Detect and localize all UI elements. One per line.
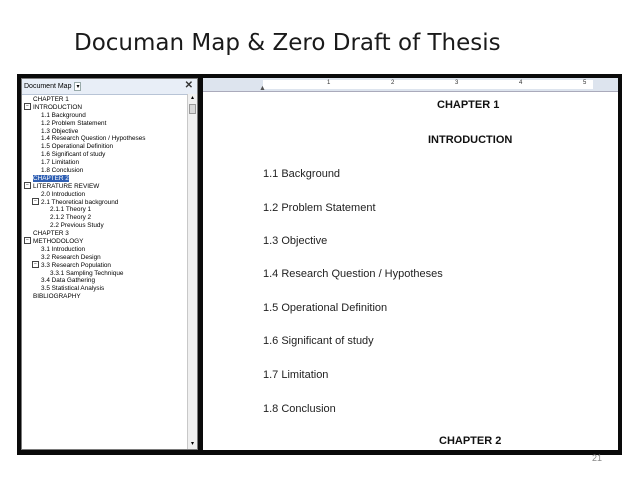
document-map-item-label: 1.7 Limitation — [41, 159, 80, 167]
document-map-tree: CHAPTER 1− INTRODUCTION 1.1 Background 1.2 … — [22, 96, 182, 301]
document-map-item-label: 1.4 Research Question / Hypotheses — [41, 135, 146, 143]
slide-page-number: 21 — [592, 453, 603, 463]
document-map-item-label: BIBLIOGRAPHY — [33, 293, 81, 301]
document-map-item[interactable]: 1.3 Objective — [22, 128, 182, 136]
chapter-1-heading: CHAPTER 1 — [437, 99, 500, 111]
ruler-label: 4 — [519, 80, 523, 86]
document-map-item-label: 3.3 Research Population — [41, 261, 111, 269]
document-map-title-button[interactable]: Document Map ▾ — [22, 82, 82, 91]
section-heading: 1.2 Problem Statement — [263, 202, 376, 214]
document-map-pane: Document Map ▾ ✕ CHAPTER 1− INTRODUCTION 1… — [21, 78, 198, 450]
section-heading: 1.3 Objective — [263, 235, 328, 247]
document-view: ▲ 1 2 3 4 5 CHAPTER 1 INTRODUCTION 1.1 B… — [203, 78, 618, 450]
document-map-item[interactable]: 3.4 Data Gathering — [22, 277, 182, 285]
document-map-title: Document Map — [24, 83, 72, 90]
document-map-item-label: 1.5 Operational Definition — [41, 143, 114, 151]
document-map-item[interactable]: 1.4 Research Question / Hypotheses — [22, 135, 182, 143]
document-map-item[interactable]: 1.7 Limitation — [22, 159, 182, 167]
section-heading: 1.6 Significant of study — [263, 335, 374, 347]
document-map-item-label: 3.2 Research Design — [41, 253, 101, 261]
scrollbar-thumb[interactable] — [189, 104, 196, 114]
section-heading: 1.1 Background — [263, 168, 341, 180]
horizontal-ruler[interactable]: ▲ 1 2 3 4 5 — [203, 78, 618, 92]
scroll-down-icon[interactable]: ▾ — [188, 440, 197, 449]
document-map-item-label: 2.0 Introduction — [41, 190, 86, 198]
ruler-label: 1 — [327, 80, 331, 86]
document-page[interactable]: CHAPTER 1 INTRODUCTION 1.1 Background 1.… — [203, 92, 618, 450]
document-map-item-label: CHAPTER 1 — [33, 96, 69, 103]
ruler-label: 3 — [455, 80, 459, 86]
document-map-item[interactable]: BIBLIOGRAPHY — [22, 293, 182, 301]
document-map-item[interactable]: − METHODOLOGY — [22, 237, 182, 246]
close-icon[interactable]: ✕ — [185, 80, 193, 91]
document-map-item-label: 1.3 Objective — [41, 127, 79, 135]
document-map-item-label: 2.1.1 Theory 1 — [50, 206, 92, 214]
ruler-text-area — [263, 80, 593, 89]
document-map-item[interactable]: − LITERATURE REVIEW — [22, 181, 182, 191]
document-map-item[interactable]: 3.3.1 Sampling Technique — [22, 270, 182, 278]
document-map-item-label: LITERATURE REVIEW — [33, 182, 100, 190]
document-map-item-label: 3.4 Data Gathering — [41, 277, 95, 285]
document-map-item-label: 2.2 Previous Study — [50, 222, 104, 230]
document-map-scrollbar[interactable]: ▴ ▾ — [187, 94, 197, 449]
document-map-item[interactable]: CHAPTER 2 — [22, 174, 182, 183]
document-map-item-label: 2.1.2 Theory 2 — [50, 214, 92, 222]
document-map-item[interactable]: 1.8 Conclusion — [22, 167, 182, 175]
document-map-item[interactable]: 1.6 Significant of study — [22, 151, 182, 159]
document-map-item[interactable]: 2.0 Introduction — [22, 191, 182, 199]
document-map-item[interactable]: 2.2 Previous Study — [22, 222, 182, 230]
document-map-item-label: 3.1 Introduction — [41, 245, 86, 253]
document-map-item-label: 1.1 Background — [41, 111, 86, 119]
ruler-label: 5 — [583, 80, 587, 86]
document-map-item-label: CHAPTER 3 — [33, 230, 69, 238]
document-map-item-label: 1.2 Problem Statement — [41, 119, 107, 127]
document-map-item[interactable]: 3.2 Research Design — [22, 254, 182, 262]
document-map-item-label: METHODOLOGY — [33, 238, 84, 246]
collapse-icon[interactable]: − — [24, 237, 31, 245]
document-map-item[interactable]: 2.1.2 Theory 2 — [22, 214, 182, 222]
slide-title: Documan Map & Zero Draft of Thesis — [74, 30, 501, 56]
document-map-item[interactable]: 1.1 Background — [22, 112, 182, 120]
document-map-item[interactable]: −2.1 Theoretical background — [22, 197, 182, 207]
chevron-down-icon[interactable]: ▾ — [74, 82, 82, 91]
document-map-item[interactable]: −3.3 Research Population — [22, 260, 182, 270]
document-map-item-label: CHAPTER 2 — [33, 174, 69, 182]
document-map-item-label: 3.5 Statistical Analysis — [41, 285, 105, 293]
document-map-item-label: 1.8 Conclusion — [41, 167, 84, 175]
document-map-item[interactable]: − INTRODUCTION — [22, 102, 182, 112]
collapse-icon[interactable]: − — [24, 102, 31, 110]
document-map-item-label: 2.1 Theoretical background — [41, 198, 119, 206]
document-map-item[interactable]: CHAPTER 3 — [22, 230, 182, 238]
document-map-header: Document Map ▾ ✕ — [22, 79, 197, 95]
document-map-item[interactable]: 2.1.1 Theory 1 — [22, 206, 182, 214]
document-map-item[interactable]: CHAPTER 1 — [22, 96, 182, 104]
document-map-item-label: INTRODUCTION — [33, 104, 82, 112]
ruler-label: 2 — [391, 80, 395, 86]
document-map-item[interactable]: 1.2 Problem Statement — [22, 120, 182, 128]
indent-marker-icon[interactable]: ▲ — [259, 85, 266, 92]
document-map-item-label: 1.6 Significant of study — [41, 151, 106, 159]
section-heading: 1.4 Research Question / Hypotheses — [263, 268, 443, 280]
document-map-item[interactable]: 3.5 Statistical Analysis — [22, 285, 182, 293]
section-heading: 1.8 Conclusion — [263, 403, 336, 415]
section-heading: 1.7 Limitation — [263, 369, 329, 381]
collapse-icon[interactable]: − — [32, 260, 39, 268]
document-map-item-label: 3.3.1 Sampling Technique — [50, 269, 124, 277]
section-heading: 1.5 Operational Definition — [263, 302, 388, 314]
collapse-icon[interactable]: − — [32, 197, 39, 205]
scroll-up-icon[interactable]: ▴ — [188, 94, 197, 103]
document-map-item[interactable]: 1.5 Operational Definition — [22, 143, 182, 151]
chapter-2-heading: CHAPTER 2 — [439, 435, 502, 447]
collapse-icon[interactable]: − — [24, 181, 31, 189]
document-map-item[interactable]: 3.1 Introduction — [22, 246, 182, 254]
introduction-heading: INTRODUCTION — [428, 134, 513, 146]
